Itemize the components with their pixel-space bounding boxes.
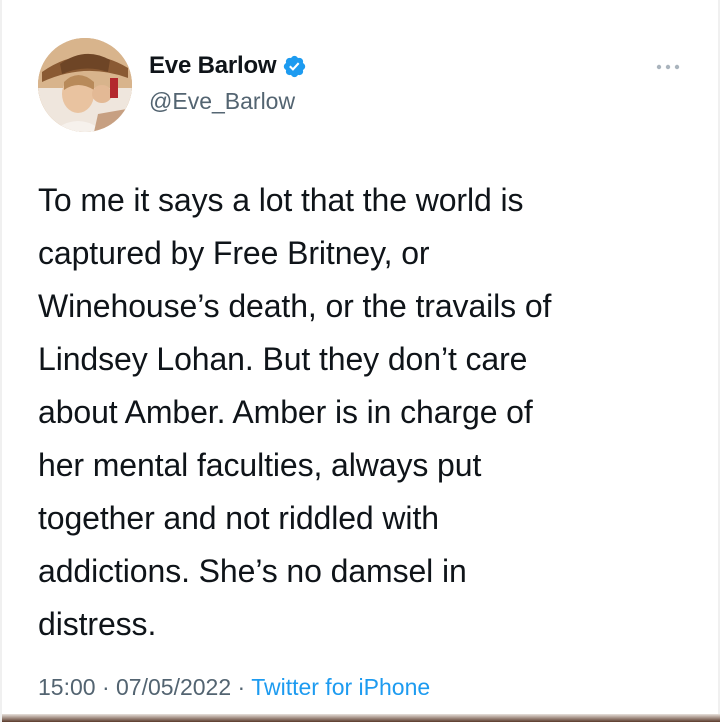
tweet-text-line: together and not riddled with: [38, 500, 439, 536]
bottom-edge: [2, 714, 720, 722]
tweet-text-line: addictions. She’s no damsel in: [38, 553, 467, 589]
tweet-text: To me it says a lot that the world is ca…: [38, 174, 688, 651]
author-name[interactable]: Eve Barlow: [149, 52, 277, 80]
author-handle[interactable]: @Eve_Barlow: [149, 88, 295, 115]
tweet-card: Eve Barlow @Eve_Barlow To me it says a l…: [0, 0, 720, 722]
tweet-text-line: her mental faculties, always put: [38, 447, 482, 483]
tweet-text-line: Lindsey Lohan. But they don’t care: [38, 341, 528, 377]
avatar[interactable]: [38, 38, 132, 132]
more-horizontal-icon[interactable]: [654, 62, 682, 72]
tweet-text-line: about Amber. Amber is in charge of: [38, 394, 533, 430]
tweet-text-line: To me it says a lot that the world is: [38, 182, 524, 218]
meta-separator: ·: [101, 674, 110, 700]
tweet-date[interactable]: 07/05/2022: [116, 674, 231, 700]
tweet-text-line: captured by Free Britney, or: [38, 235, 430, 271]
meta-separator: ·: [237, 674, 246, 700]
verified-badge-icon: [284, 55, 306, 77]
tweet-metadata: 15:00 · 07/05/2022 · Twitter for iPhone: [38, 674, 430, 701]
author-name-row[interactable]: Eve Barlow: [149, 52, 307, 80]
tweet-time[interactable]: 15:00: [38, 674, 96, 700]
tweet-text-line: Winehouse’s death, or the travails of: [38, 288, 552, 324]
tweet-source-link[interactable]: Twitter for iPhone: [251, 674, 430, 700]
avatar-photo: [38, 38, 132, 132]
tweet-text-line: distress.: [38, 606, 157, 642]
